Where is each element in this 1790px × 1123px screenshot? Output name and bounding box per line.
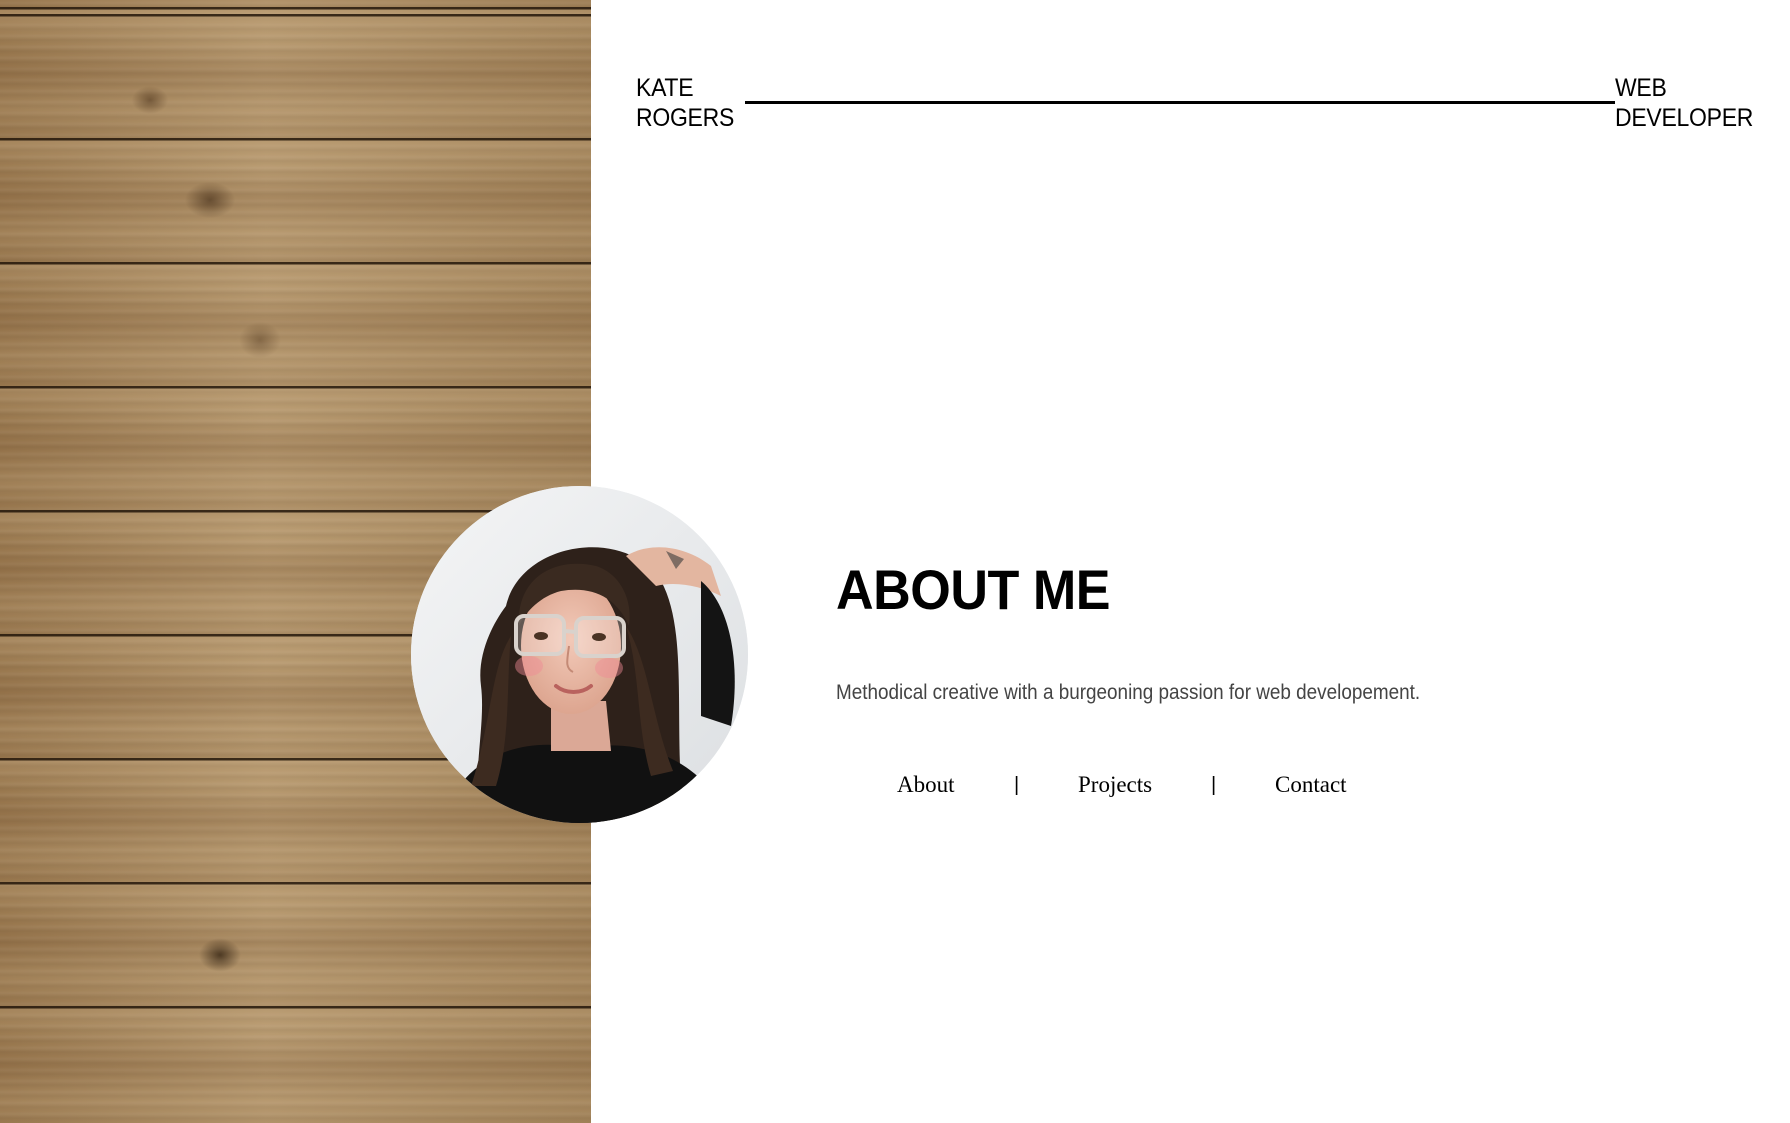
about-tagline: Methodical creative with a burgeoning pa…	[836, 681, 1421, 704]
header-divider-line	[745, 101, 1615, 104]
nav-link-contact[interactable]: Contact	[1275, 771, 1347, 799]
brand-name-last: ROGERS	[636, 104, 735, 132]
profile-photo-illustration	[411, 486, 748, 823]
profile-photo	[411, 486, 748, 823]
role-title-line2: DEVELOPER	[1615, 104, 1754, 132]
nav-separator: |	[1211, 774, 1217, 796]
brand-name: KATE ROGERS	[636, 73, 734, 133]
nav-link-projects[interactable]: Projects	[1078, 771, 1152, 799]
about-heading: ABOUT ME	[836, 558, 1111, 621]
brand-name-first: KATE	[636, 74, 694, 102]
nav-link-about[interactable]: About	[897, 771, 955, 799]
nav-separator: |	[1014, 774, 1020, 796]
role-title: WEB DEVELOPER	[1615, 73, 1753, 133]
role-title-line1: WEB	[1615, 74, 1667, 102]
